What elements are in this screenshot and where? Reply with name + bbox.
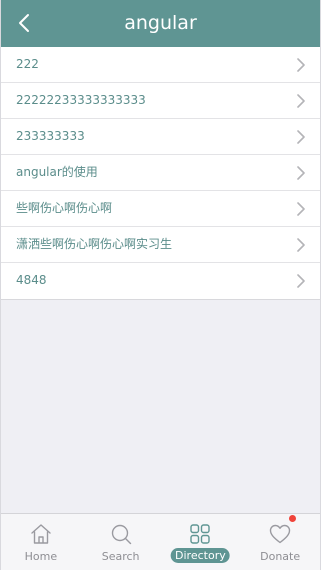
chevron-right-icon (297, 202, 305, 216)
tab-home-label: Home (24, 550, 58, 563)
chevron-right-icon (297, 238, 305, 252)
list-item-label: 4848 (16, 273, 47, 287)
notification-badge (289, 515, 297, 522)
tab-donate[interactable]: Donate (240, 514, 320, 570)
search-icon (111, 524, 131, 545)
chevron-right-icon (297, 58, 305, 72)
directory-list: 222 22222233333333333 233333333 angular的… (1, 47, 320, 300)
tab-directory[interactable]: Directory (161, 514, 241, 570)
list-item-label: 22222233333333333 (16, 93, 146, 107)
tab-bar: Home Search Directory Donate (1, 513, 320, 570)
list-item-label: 潇洒些啊伤心啊伤心啊实习生 (16, 237, 173, 251)
grid-icon (190, 524, 211, 544)
list-item[interactable]: angular的使用 (1, 155, 320, 191)
chevron-right-icon (297, 166, 305, 180)
tab-search[interactable]: Search (81, 514, 161, 570)
home-icon (31, 524, 51, 544)
chevron-right-icon (297, 274, 305, 288)
list-item[interactable]: 4848 (1, 263, 320, 299)
page-title: angular (124, 12, 197, 34)
tab-search-label: Search (101, 550, 140, 563)
chevron-right-icon (297, 94, 305, 108)
list-item[interactable]: 潇洒些啊伤心啊伤心啊实习生 (1, 227, 320, 263)
list-item-label: 些啊伤心啊伤心啊 (16, 201, 113, 215)
heart-icon (269, 524, 291, 544)
app-frame: angular 222 22222233333333333 233333333 … (0, 0, 321, 570)
list-item-label: 222 (16, 57, 39, 71)
nav-bar: angular (1, 0, 320, 47)
list-item-label: angular的使用 (16, 165, 98, 179)
list-item-label: 233333333 (16, 129, 85, 143)
tab-donate-label: Donate (260, 550, 301, 563)
chevron-right-icon (297, 130, 305, 144)
list-item[interactable]: 22222233333333333 (1, 83, 320, 119)
tab-home[interactable]: Home (1, 514, 81, 570)
list-item[interactable]: 些啊伤心啊伤心啊 (1, 191, 320, 227)
list-item[interactable]: 222 (1, 47, 320, 83)
tab-directory-label: Directory (171, 548, 230, 563)
list-item[interactable]: 233333333 (1, 119, 320, 155)
